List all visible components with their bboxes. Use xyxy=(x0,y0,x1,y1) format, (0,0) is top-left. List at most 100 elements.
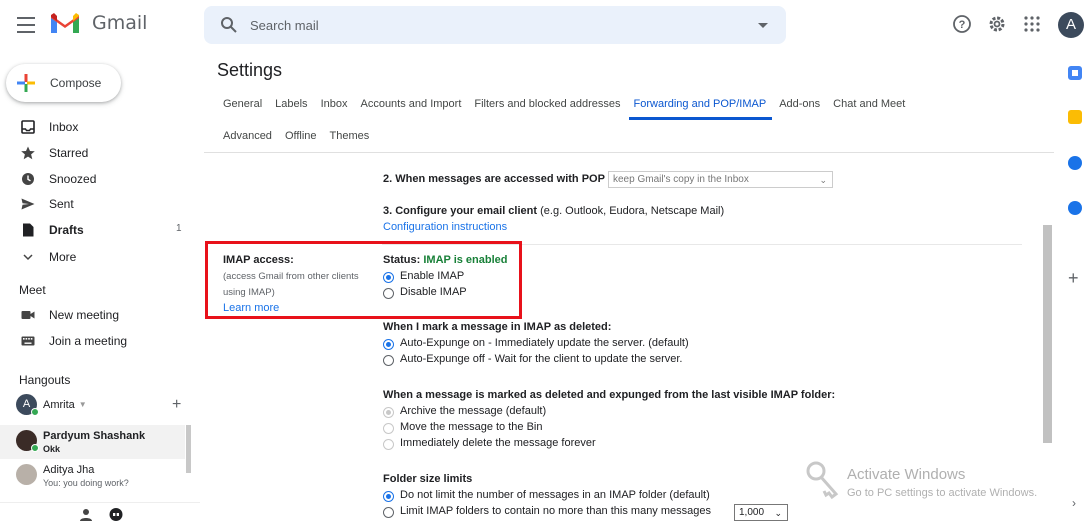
contact-message: You: you doing work? xyxy=(43,478,129,488)
chevron-down-icon: ⌄ xyxy=(819,175,827,185)
chevron-down-icon: ⌄ xyxy=(774,508,782,518)
tab-accounts-and-import[interactable]: Accounts and Import xyxy=(360,98,461,110)
chevron-down-icon[interactable]: ▼ xyxy=(79,400,87,409)
settings-gear-icon[interactable] xyxy=(987,14,1007,34)
contacts-icon[interactable] xyxy=(1068,201,1082,215)
tab-general[interactable]: General xyxy=(223,98,262,110)
clock-icon xyxy=(22,173,34,185)
activate-windows-title: Activate Windows xyxy=(847,466,966,483)
meet-label: Join a meeting xyxy=(49,334,128,348)
nav-item-starred[interactable]: Starred xyxy=(0,141,190,165)
search-icon[interactable] xyxy=(220,16,238,34)
configuration-instructions-link[interactable]: Configuration instructions xyxy=(383,221,507,233)
search-options-icon[interactable] xyxy=(758,23,768,28)
tab-filters[interactable]: Filters and blocked addresses xyxy=(474,98,620,110)
main-menu-button[interactable] xyxy=(14,14,38,36)
archive-message-label[interactable]: Archive the message (default) xyxy=(400,405,546,417)
tab-add-ons[interactable]: Add-ons xyxy=(779,98,820,110)
no-limit-label[interactable]: Do not limit the number of messages in a… xyxy=(400,489,710,501)
folder-limit-select[interactable]: 1,000 ⌄ xyxy=(734,504,788,521)
folder-size-title: Folder size limits xyxy=(383,473,473,485)
delete-forever-label[interactable]: Immediately delete the message forever xyxy=(400,437,596,449)
pop-step3-hint: (e.g. Outlook, Eudora, Netscape Mail) xyxy=(540,205,725,217)
search-input[interactable]: Search mail xyxy=(250,18,319,33)
hangouts-contact[interactable]: Pardyum Shashank Okk xyxy=(16,430,145,456)
enable-imap-label[interactable]: Enable IMAP xyxy=(400,270,464,282)
tasks-icon[interactable] xyxy=(1068,156,1082,170)
nav-label: Inbox xyxy=(49,120,79,134)
main-scrollbar[interactable] xyxy=(1043,225,1052,443)
tab-inbox[interactable]: Inbox xyxy=(321,98,348,110)
add-hangout-icon[interactable]: + xyxy=(172,396,181,414)
delete-forever-radio[interactable] xyxy=(383,439,394,450)
no-limit-radio[interactable] xyxy=(383,491,394,502)
calendar-icon[interactable] xyxy=(1068,66,1082,80)
apps-grid-icon[interactable] xyxy=(1024,16,1040,32)
chevron-down-icon xyxy=(23,254,33,261)
hangouts-user-name: Amrita xyxy=(43,398,75,411)
compose-button[interactable]: Compose xyxy=(6,64,121,102)
auto-expunge-on-label[interactable]: Auto-Expunge on - Immediately update the… xyxy=(400,337,689,349)
meet-new-meeting[interactable]: New meeting xyxy=(0,303,190,327)
imap-status: Status: IMAP is enabled xyxy=(383,254,508,266)
chevron-right-icon[interactable]: › xyxy=(1072,496,1076,510)
inbox-icon xyxy=(21,120,35,134)
limit-folders-label[interactable]: Limit IMAP folders to contain no more th… xyxy=(400,505,711,517)
tab-forwarding-pop-imap[interactable]: Forwarding and POP/IMAP xyxy=(628,98,772,120)
hangouts-chat-icon[interactable] xyxy=(108,507,124,523)
auto-expunge-off-radio[interactable] xyxy=(383,355,394,366)
activate-windows-subtitle: Go to PC settings to activate Windows. xyxy=(847,487,1038,499)
nav-item-sent[interactable]: Sent xyxy=(0,192,190,216)
hangouts-contact[interactable]: Aditya Jha You: you doing work? xyxy=(16,464,129,490)
account-avatar[interactable]: A xyxy=(1058,12,1084,38)
hangouts-user[interactable]: A Amrita ▼ xyxy=(16,394,87,416)
learn-more-link[interactable]: Learn more xyxy=(223,302,279,314)
key-icon xyxy=(806,461,839,500)
enable-imap-radio[interactable] xyxy=(383,272,394,283)
tab-themes[interactable]: Themes xyxy=(330,130,370,142)
help-icon[interactable]: ? xyxy=(952,14,972,34)
nav-item-drafts[interactable]: Drafts 1 xyxy=(0,218,190,242)
svg-text:?: ? xyxy=(959,19,966,31)
gmail-m-icon xyxy=(51,13,79,33)
archive-message-radio[interactable] xyxy=(383,407,394,418)
gmail-logo[interactable]: Gmail xyxy=(50,11,147,35)
video-icon xyxy=(21,311,35,319)
menu-line xyxy=(17,24,35,26)
limit-folders-radio[interactable] xyxy=(383,507,394,518)
disable-imap-label[interactable]: Disable IMAP xyxy=(400,286,467,298)
contacts-person-icon[interactable] xyxy=(79,508,93,522)
move-to-bin-label[interactable]: Move the message to the Bin xyxy=(400,421,542,433)
contact-avatar xyxy=(16,464,37,485)
meet-join-meeting[interactable]: Join a meeting xyxy=(0,329,190,353)
pop-action-select[interactable]: keep Gmail's copy in the Inbox ⌄ xyxy=(608,171,833,188)
tab-advanced[interactable]: Advanced xyxy=(223,130,272,142)
star-icon xyxy=(21,146,35,160)
settings-tabs-row-1: General Labels Inbox Accounts and Import… xyxy=(223,98,918,120)
tab-chat-and-meet[interactable]: Chat and Meet xyxy=(833,98,905,110)
top-bar: Gmail Search mail ? A xyxy=(0,0,1089,50)
imap-access-title: IMAP access: xyxy=(223,254,294,266)
nav-item-more[interactable]: More xyxy=(0,245,190,269)
drafts-count: 1 xyxy=(176,223,182,234)
nav-label: Drafts xyxy=(49,223,84,237)
auto-expunge-on-radio[interactable] xyxy=(383,339,394,350)
pop-step3-label: 3. Configure your email client xyxy=(383,205,538,217)
add-addon-icon[interactable]: + xyxy=(1068,268,1079,289)
tab-labels[interactable]: Labels xyxy=(275,98,307,110)
hangouts-section-title: Hangouts xyxy=(19,373,71,387)
hangouts-scrollbar[interactable] xyxy=(186,425,191,473)
search-bar[interactable]: Search mail xyxy=(204,6,786,44)
auto-expunge-off-label[interactable]: Auto-Expunge off - Wait for the client t… xyxy=(400,353,683,365)
settings-tabs-row-2: Advanced Offline Themes xyxy=(223,130,382,142)
imap-deleted-title: When I mark a message in IMAP as deleted… xyxy=(383,321,612,333)
move-to-bin-radio[interactable] xyxy=(383,423,394,434)
keep-icon[interactable] xyxy=(1068,110,1082,124)
nav-item-inbox[interactable]: Inbox xyxy=(0,115,190,139)
nav-item-snoozed[interactable]: Snoozed xyxy=(0,167,190,191)
contact-avatar xyxy=(16,430,39,452)
tab-offline[interactable]: Offline xyxy=(285,130,317,142)
imap-desc: using IMAP) xyxy=(223,287,275,298)
nav-label: Sent xyxy=(49,197,74,211)
disable-imap-radio[interactable] xyxy=(383,288,394,299)
